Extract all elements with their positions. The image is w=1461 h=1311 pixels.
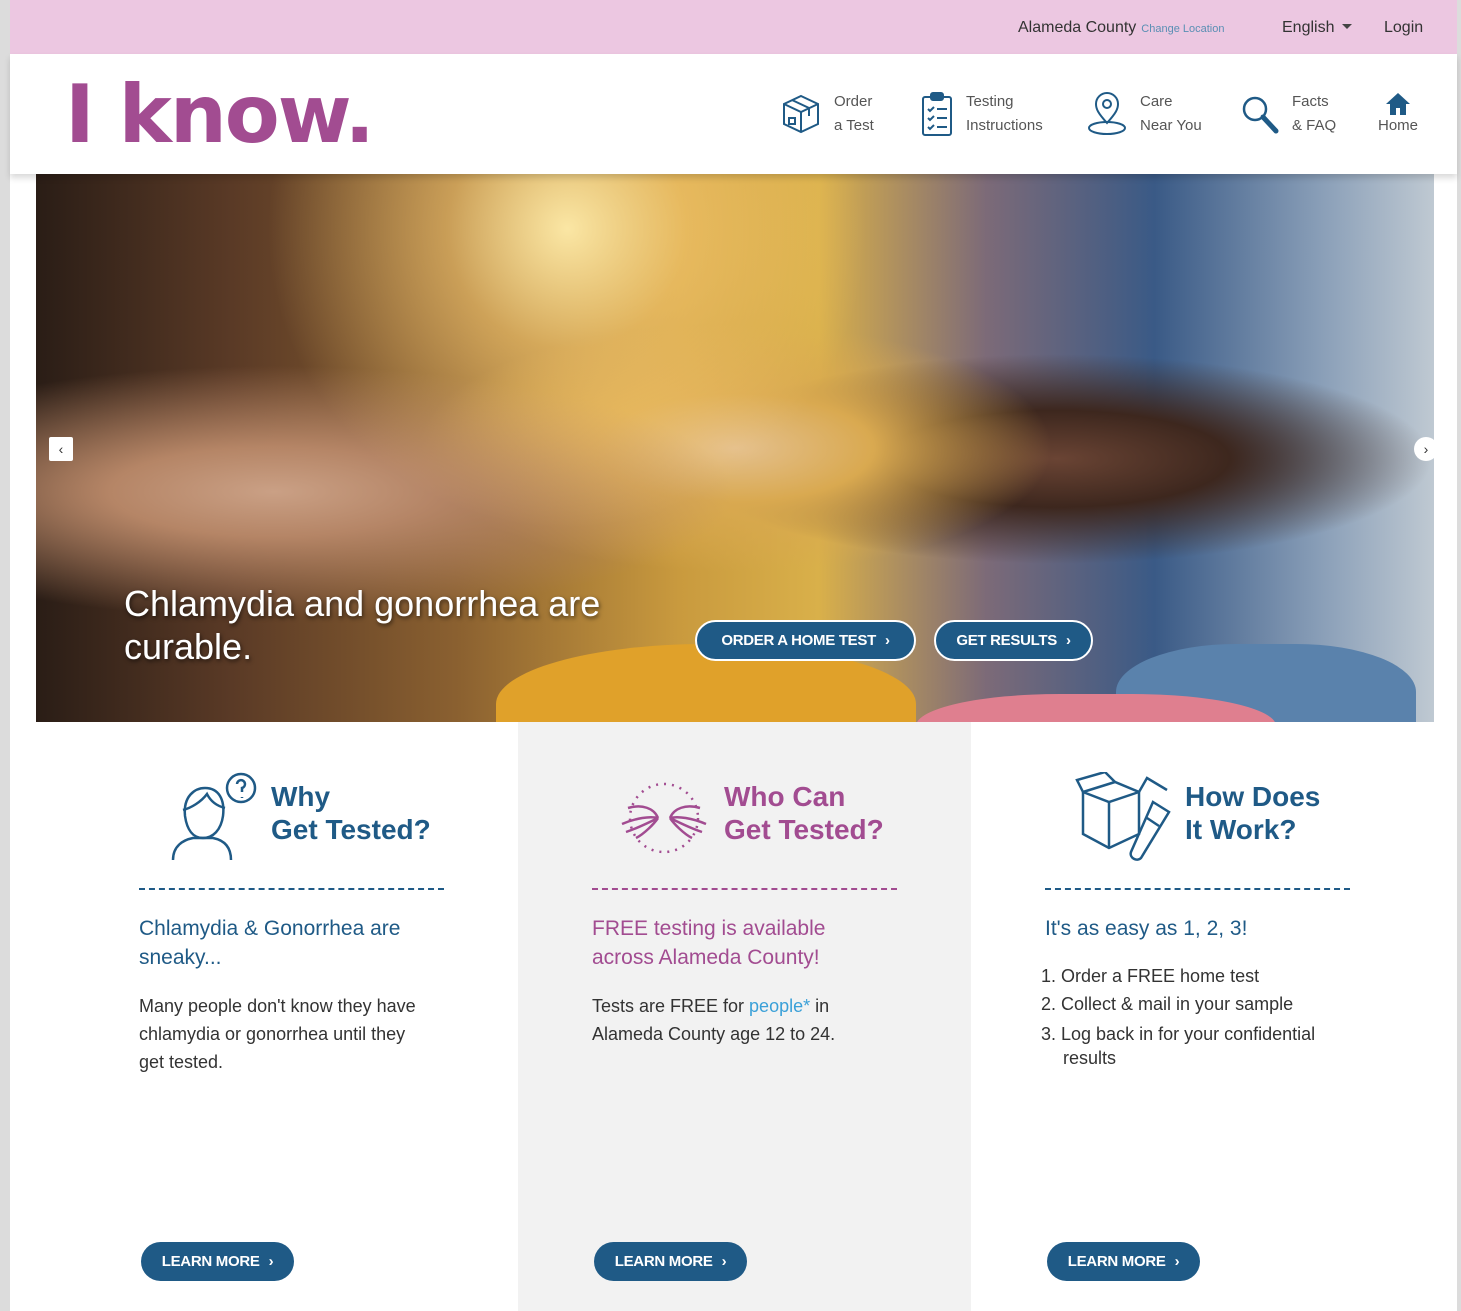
carousel-prev-icon[interactable]: ‹ (49, 437, 73, 461)
who-title-line1: Who Can (724, 781, 846, 812)
people-link[interactable]: people* (749, 996, 810, 1016)
location-name: Alameda County (1018, 19, 1137, 36)
nav-testing-line1: Testing (966, 93, 1014, 110)
map-pin-icon (1088, 92, 1126, 135)
who-body-text-1: Tests are FREE for (592, 996, 750, 1016)
nav-care-near-you[interactable]: Care Near You (1086, 90, 1202, 138)
nav-order-line1: Order (834, 93, 873, 110)
hero-headline: Chlamydia and gonorrhea are curable. (124, 583, 601, 667)
why-title-line2: Get Tested? (271, 814, 431, 845)
location-selector: Alameda County Change Location (1018, 19, 1224, 37)
nav-care-line1: Care (1140, 93, 1173, 110)
how-title-line2: It Work? (1185, 814, 1297, 845)
order-home-test-label: ORDER A HOME TEST (721, 632, 876, 649)
site-logo[interactable]: I know. (65, 72, 375, 158)
who-learn-more-button[interactable]: LEARN MORE › (594, 1242, 747, 1281)
how-does-it-work-section: How Does It Work? It's as easy as 1, 2, … (971, 722, 1457, 1311)
list-item: 3. Log back in for your confidential res… (1041, 1024, 1316, 1068)
how-steps-list: 1. Order a FREE home test 2. Collect & m… (1041, 962, 1341, 1070)
hands-circle-icon (621, 782, 707, 854)
nav-order-test[interactable]: Order a Test (780, 90, 874, 138)
get-results-button[interactable]: GET RESULTS › (934, 620, 1093, 661)
caret-down-icon (1342, 24, 1353, 29)
how-title: How Does It Work? (1185, 780, 1320, 846)
nav-testing-instructions[interactable]: Testing Instructions (920, 90, 1043, 138)
nav-facts-line2: & FAQ (1292, 117, 1337, 134)
nav-home[interactable]: Home (1378, 92, 1418, 138)
why-learn-more-label: LEARN MORE (161, 1253, 260, 1270)
nav-facts-faq[interactable]: Facts & FAQ (1240, 90, 1336, 138)
get-results-label: GET RESULTS (956, 632, 1057, 649)
home-icon (1386, 93, 1410, 115)
who-title-line2: Get Tested? (724, 814, 884, 845)
person-question-icon (171, 772, 257, 861)
why-get-tested-section: Why Get Tested? Chlamydia & Gonorrhea ar… (10, 722, 518, 1311)
section-divider (1045, 888, 1350, 890)
nav-facts-line1: Facts (1292, 93, 1329, 110)
how-learn-more-button[interactable]: LEARN MORE › (1047, 1242, 1200, 1281)
box-test-tube-icon (1075, 772, 1171, 861)
page: Alameda County Change Location English Lo… (10, 0, 1457, 1311)
package-icon (783, 94, 819, 134)
nav-testing-line2: Instructions (966, 117, 1043, 134)
top-bar: Alameda County Change Location English Lo… (10, 0, 1457, 54)
nav-order-line2: a Test (834, 117, 874, 134)
why-subhead: Chlamydia & Gonorrhea are sneaky... (139, 917, 401, 969)
site-header: I know. Order a Test Testing Instructions … (10, 54, 1457, 174)
why-title-line1: Why (271, 781, 331, 812)
language-dropdown[interactable]: English (1282, 19, 1353, 37)
why-body: Many people don't know they have chlamyd… (139, 996, 416, 1072)
list-item: 2. Collect & mail in your sample (1041, 994, 1294, 1014)
section-divider (139, 888, 444, 890)
who-body: Tests are FREE for people* in Alameda Co… (592, 992, 892, 1048)
who-title: Who Can Get Tested? (724, 780, 884, 846)
list-item: 1. Order a FREE home test (1041, 966, 1260, 986)
chevron-right-icon: › (1065, 632, 1071, 649)
how-learn-more-label: LEARN MORE (1067, 1253, 1166, 1270)
why-learn-more-button[interactable]: LEARN MORE › (141, 1242, 294, 1281)
order-home-test-button[interactable]: ORDER A HOME TEST › (695, 620, 916, 661)
chevron-right-icon: › (884, 632, 890, 649)
nav-care-line2: Near You (1140, 117, 1202, 134)
hero-carousel: ‹ › Chlamydia and gonorrhea are curable.… (36, 174, 1434, 722)
chevron-right-icon: › (268, 1253, 274, 1270)
nav-home-label: Home (1378, 117, 1419, 134)
who-learn-more-label: LEARN MORE (614, 1253, 713, 1270)
who-can-get-tested-section: Who Can Get Tested? FREE testing is avai… (518, 722, 971, 1311)
section-divider (592, 888, 897, 890)
how-subhead: It's as easy as 1, 2, 3! (1045, 917, 1248, 940)
chevron-right-icon: › (1174, 1253, 1180, 1270)
who-subhead: FREE testing is available across Alameda… (592, 917, 826, 969)
change-location-link[interactable]: Change Location (1141, 23, 1224, 35)
magnifier-icon (1242, 96, 1279, 134)
why-title: Why Get Tested? (271, 780, 431, 846)
language-label: English (1282, 19, 1335, 36)
login-link[interactable]: Login (1384, 19, 1423, 37)
carousel-next-icon[interactable]: › (1414, 437, 1434, 461)
chevron-right-icon: › (721, 1253, 727, 1270)
clipboard-icon (922, 92, 952, 136)
how-title-line1: How Does (1185, 781, 1321, 812)
